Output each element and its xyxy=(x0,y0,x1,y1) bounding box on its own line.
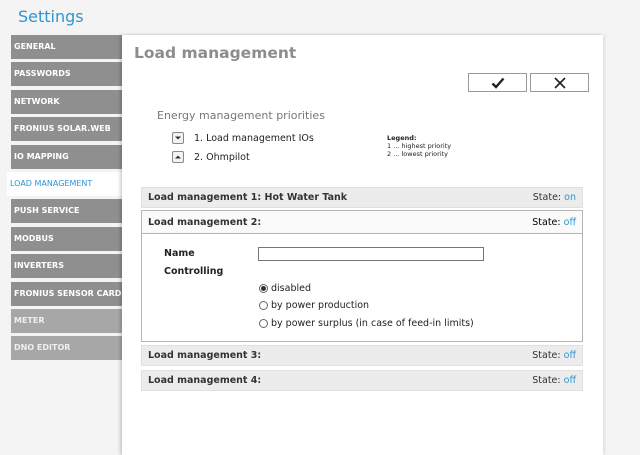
load-management-label: Load management 2: xyxy=(148,216,262,228)
load-management-1-header[interactable]: Load management 1: Hot Water Tank State:… xyxy=(141,187,583,208)
move-up-button[interactable] xyxy=(172,151,184,163)
radio-option-disabled[interactable]: disabled xyxy=(259,282,311,295)
sidebar-item-meter[interactable]: METER xyxy=(11,308,122,333)
checkmark-icon xyxy=(491,77,504,89)
sidebar-item-network[interactable]: NETWORK xyxy=(11,89,122,114)
load-management-4-header[interactable]: Load management 4: State: off xyxy=(141,370,583,391)
priority-number: 2. xyxy=(194,151,204,163)
priority-row: 2. Ohmpilot xyxy=(172,150,250,164)
state-label: State: xyxy=(532,192,562,203)
page-title: Load management xyxy=(134,44,297,62)
state-value: off xyxy=(563,216,576,228)
radio-button[interactable] xyxy=(259,284,268,293)
state-value: off xyxy=(563,350,576,361)
legend-title: Legend: xyxy=(387,134,417,142)
load-management-2-panel: Load management 2: State: off Name Contr… xyxy=(141,210,583,342)
state-label: State: xyxy=(532,375,561,386)
priority-label: Ohmpilot xyxy=(206,151,250,163)
sidebar-item-general[interactable]: GENERAL xyxy=(11,35,122,59)
close-icon xyxy=(553,76,566,89)
main-panel: Load management Energy management priori… xyxy=(122,35,603,455)
confirm-button[interactable] xyxy=(468,73,527,92)
sidebar-item-passwords[interactable]: PASSWORDS xyxy=(11,62,122,87)
radio-label: disabled xyxy=(271,283,311,294)
state-label: State: xyxy=(532,350,561,361)
sidebar: GENERAL PASSWORDS NETWORK FRONIUS SOLAR.… xyxy=(7,35,122,364)
radio-selected-dot xyxy=(261,286,266,291)
load-management-2-header[interactable]: Load management 2: State: off xyxy=(142,211,582,234)
load-management-label: Load management 3: xyxy=(148,350,262,361)
state-value: on xyxy=(564,192,576,203)
radio-label: by power production xyxy=(271,300,370,311)
state-label: State: xyxy=(532,216,561,228)
radio-option-power-production[interactable]: by power production xyxy=(259,299,369,312)
sidebar-item-dno-editor[interactable]: DNO EDITOR xyxy=(11,336,122,361)
legend-line: 2 ... lowest priority xyxy=(387,150,449,158)
radio-option-power-surplus[interactable]: by power surplus (in case of feed-in lim… xyxy=(259,317,474,330)
load-management-label: Load management 4: xyxy=(148,375,262,386)
radio-label: by power surplus (in case of feed-in lim… xyxy=(271,318,474,329)
sidebar-item-inverters[interactable]: INVERTERS xyxy=(11,254,122,279)
sidebar-item-push-service[interactable]: PUSH SERVICE xyxy=(11,199,122,224)
name-field[interactable] xyxy=(258,247,484,261)
state-value: off xyxy=(563,375,576,386)
load-management-3-header[interactable]: Load management 3: State: off xyxy=(141,345,583,366)
controlling-label: Controlling xyxy=(164,266,224,277)
load-management-label: Load management 1: Hot Water Tank xyxy=(148,192,348,203)
priority-row: 1. Load management IOs xyxy=(172,131,314,145)
chevron-down-icon xyxy=(175,136,181,140)
sidebar-item-load-management[interactable]: LOAD MANAGEMENT xyxy=(7,171,122,196)
sidebar-item-io-mapping[interactable]: IO MAPPING xyxy=(11,144,122,169)
name-label: Name xyxy=(164,248,195,259)
sidebar-item-fronius-solar-web[interactable]: FRONIUS SOLAR.WEB xyxy=(11,117,122,142)
cancel-button[interactable] xyxy=(530,73,589,92)
priority-number: 1. xyxy=(194,132,204,144)
sidebar-item-modbus[interactable]: MODBUS xyxy=(11,226,122,251)
legend-line: 1 ... highest priority xyxy=(387,142,452,150)
chevron-up-icon xyxy=(175,155,181,159)
priority-legend: Legend: 1 ... highest priority 2 ... low… xyxy=(387,134,451,158)
app-title: Settings xyxy=(18,7,84,26)
priority-label: Load management IOs xyxy=(206,132,314,144)
move-down-button[interactable] xyxy=(172,132,184,144)
sidebar-item-fronius-sensor-cards[interactable]: FRONIUS SENSOR CARDS xyxy=(11,281,122,306)
radio-button[interactable] xyxy=(259,319,268,328)
priorities-heading: Energy management priorities xyxy=(157,109,325,122)
radio-button[interactable] xyxy=(259,301,268,310)
